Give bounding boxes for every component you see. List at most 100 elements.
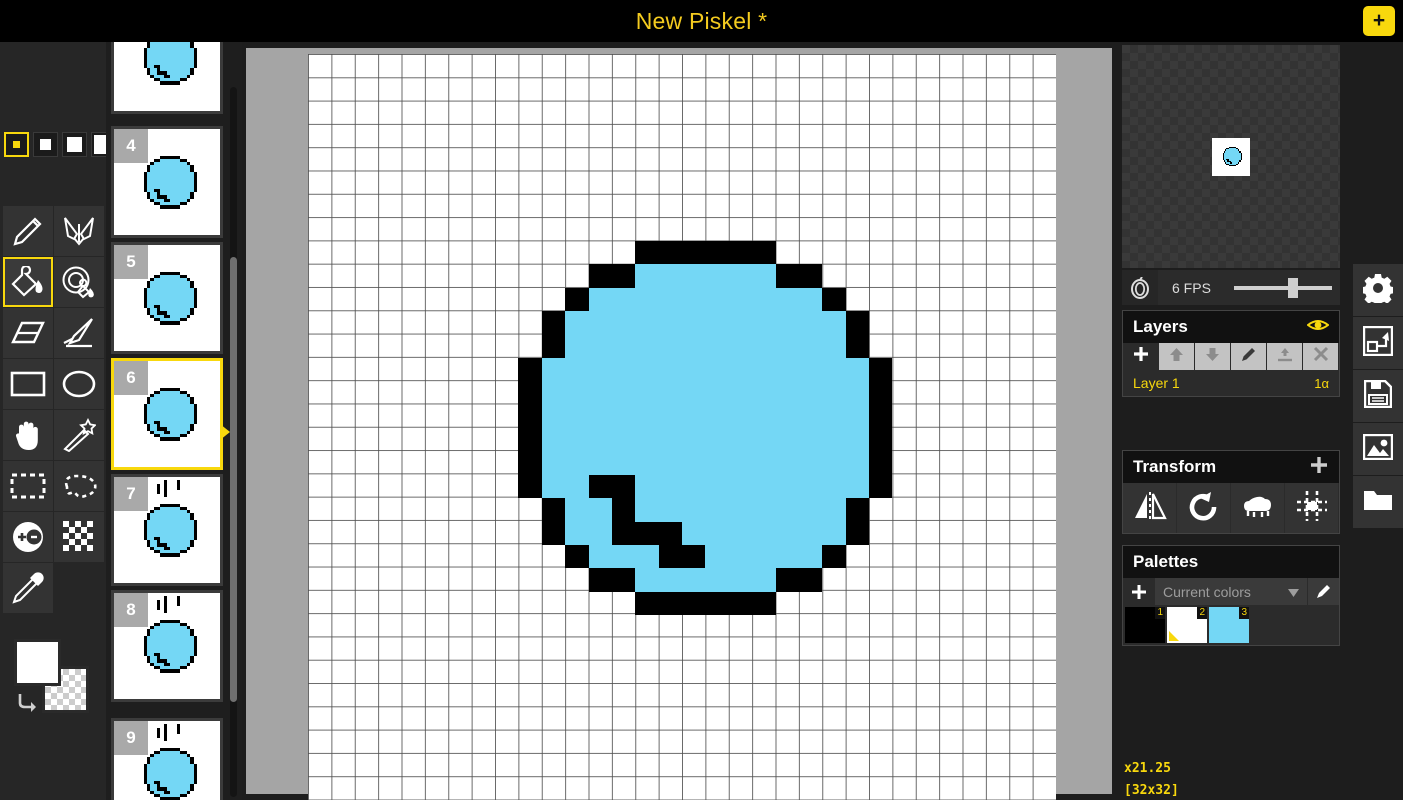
pixel (728, 404, 753, 428)
onion-skin-icon[interactable] (1122, 270, 1158, 305)
pixel (518, 381, 542, 405)
fps-slider[interactable] (1230, 270, 1340, 305)
transform-rotate-button[interactable] (1177, 483, 1231, 533)
tool-color-picker[interactable] (3, 563, 53, 613)
pixel (682, 498, 706, 522)
pixel (186, 546, 191, 550)
pixel (190, 311, 194, 315)
pixel (752, 357, 776, 382)
pixel (752, 498, 776, 522)
pen-size-2[interactable] (33, 132, 58, 157)
pixel (845, 474, 869, 499)
flip-horizontal-icon (1133, 491, 1167, 526)
transform-header[interactable]: Transform (1123, 451, 1339, 483)
pen-size-1[interactable] (4, 132, 29, 157)
frame-thumbnail-3[interactable]: 3 (111, 42, 223, 114)
transform-clone-sheep-button[interactable] (1231, 483, 1285, 533)
tool-paint-all-similar[interactable] (54, 257, 104, 307)
fps-slider-knob[interactable] (1288, 278, 1298, 298)
palette-select[interactable]: Current colors (1155, 578, 1307, 605)
palette-color-2[interactable]: 2 (1167, 607, 1207, 643)
pixel (588, 357, 612, 382)
pixel (705, 264, 729, 288)
tool-eraser[interactable] (3, 308, 53, 358)
layer-pencil-button[interactable] (1231, 343, 1267, 370)
layer-arrow-up-button[interactable] (1159, 343, 1195, 370)
pixel (611, 428, 636, 452)
frame-thumbnail-4[interactable]: 4 (111, 126, 223, 238)
layer-arrow-down-button[interactable] (1195, 343, 1231, 370)
layer-plus-button[interactable] (1123, 343, 1159, 370)
frame-thumbnail-9[interactable]: 9 (111, 718, 223, 800)
paint-all-similar-icon (61, 265, 97, 299)
pixel (775, 311, 799, 335)
pixel (658, 498, 682, 522)
pixel-grid[interactable] (308, 54, 1056, 800)
frames-scrollbar-thumb[interactable] (230, 257, 237, 702)
tool-pencil[interactable] (3, 206, 53, 256)
gear-button[interactable] (1353, 264, 1403, 316)
pixel (682, 428, 706, 452)
pixel (775, 287, 799, 312)
zoom-level: x21.25 (1124, 761, 1171, 776)
frame-thumbnail-7[interactable]: 7 (111, 474, 223, 586)
new-piskel-button[interactable]: + (1363, 6, 1395, 36)
lasso-select-icon (61, 473, 97, 499)
pixel (705, 591, 729, 615)
layer-row[interactable]: Layer 1 1α (1123, 370, 1339, 396)
color-selector (14, 639, 94, 713)
pixel (658, 428, 682, 452)
palette-color-1[interactable]: 1 (1125, 607, 1165, 643)
tool-move-hand[interactable] (3, 410, 53, 460)
layer-merge-down-button[interactable] (1267, 343, 1303, 370)
pixel (845, 498, 869, 522)
tool-vertical-mirror-pen[interactable] (54, 206, 104, 256)
edit-palette-button[interactable] (1307, 578, 1339, 605)
plus-icon[interactable] (1309, 455, 1329, 480)
export-image-button[interactable] (1353, 423, 1403, 475)
tool-stroke[interactable] (54, 308, 104, 358)
tool-dithering[interactable] (54, 512, 104, 562)
frame-thumbnail-8[interactable]: 8 (111, 590, 223, 702)
vertical-mirror-pen-icon (61, 214, 97, 248)
pixel (705, 241, 729, 265)
tool-circle[interactable] (54, 359, 104, 409)
swap-colors-icon[interactable] (16, 691, 42, 718)
frame-thumbnail-5[interactable]: 5 (111, 242, 223, 354)
tool-paint-bucket[interactable] (3, 257, 53, 307)
pixel (705, 474, 729, 499)
pixel (775, 521, 799, 545)
tool-lighten-darken[interactable] (3, 512, 53, 562)
right-action-toolbar (1353, 42, 1403, 800)
pixel (752, 241, 776, 265)
tool-magic-wand[interactable] (54, 410, 104, 460)
palette-color-3[interactable]: 3 (1209, 607, 1249, 643)
frames-list[interactable]: 3 4 5 6 7 8 9 (106, 42, 242, 800)
tool-rectangle[interactable] (3, 359, 53, 409)
pixel (541, 451, 566, 475)
frame-thumbnail-6[interactable]: 6 (111, 358, 223, 470)
rotate-icon (1188, 491, 1220, 526)
palette-color-index: 3 (1239, 607, 1249, 619)
pixel (635, 568, 659, 592)
save-button[interactable] (1353, 370, 1403, 422)
add-palette-button[interactable] (1123, 578, 1155, 605)
layer-delete-x-button[interactable] (1303, 343, 1339, 370)
pixel (611, 544, 636, 569)
primary-color-swatch[interactable] (14, 639, 61, 686)
pixel (752, 521, 776, 545)
animation-preview[interactable] (1122, 45, 1340, 268)
folder-open-button[interactable] (1353, 476, 1403, 528)
eye-icon[interactable] (1306, 318, 1330, 337)
transform-center-crop-button[interactable] (1285, 483, 1339, 533)
tool-rectangle-select[interactable] (3, 461, 53, 511)
frame-number: 5 (114, 245, 148, 279)
drawing-canvas-container[interactable] (242, 42, 1118, 800)
transform-flip-horizontal-button[interactable] (1123, 483, 1177, 533)
pencil-icon (11, 214, 45, 248)
resize-button[interactable] (1353, 317, 1403, 369)
pixel (845, 311, 869, 335)
tool-lasso-select[interactable] (54, 461, 104, 511)
pixel (798, 521, 823, 545)
pen-size-3[interactable] (62, 132, 87, 157)
